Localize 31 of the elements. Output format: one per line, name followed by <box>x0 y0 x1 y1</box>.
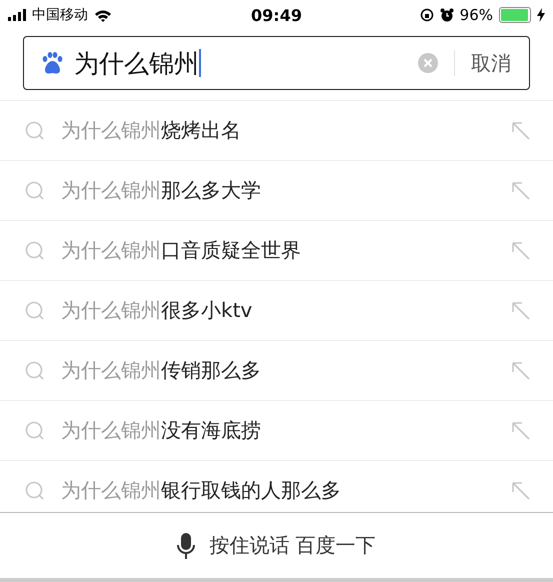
carrier-name: 中国移动 <box>32 6 88 24</box>
suggestion-text[interactable]: 为什么锦州口音质疑全世界 <box>61 237 511 264</box>
arrow-icon[interactable] <box>511 240 531 260</box>
arrow-icon[interactable] <box>511 360 531 380</box>
wifi-icon <box>94 8 112 22</box>
suggestion-text[interactable]: 为什么锦州传销那么多 <box>61 357 511 384</box>
search-icon <box>25 240 45 260</box>
microphone-icon <box>177 532 196 558</box>
arrow-icon[interactable] <box>511 480 531 500</box>
search-icon <box>25 360 45 380</box>
suggestion-text[interactable]: 为什么锦州没有海底捞 <box>61 417 511 444</box>
battery-icon <box>499 7 531 23</box>
suggestion-text[interactable]: 为什么锦州那么多大学 <box>61 177 511 204</box>
battery-percent: 96% <box>460 6 493 24</box>
voice-search-button[interactable]: 按住说话 百度一下 <box>171 531 382 560</box>
suggestion-text[interactable]: 为什么锦州很多小ktv <box>61 297 511 324</box>
suggestion-text[interactable]: 为什么锦州银行取钱的人那么多 <box>61 477 511 504</box>
search-icon <box>25 480 45 500</box>
clock-time: 09:49 <box>251 6 302 24</box>
search-icon <box>25 420 45 440</box>
suggestion-text[interactable]: 为什么锦州烧烤出名 <box>61 117 511 144</box>
search-icon <box>25 300 45 320</box>
signal-icon <box>8 9 26 21</box>
search-icon <box>25 120 45 140</box>
search-icon <box>25 180 45 200</box>
arrow-icon[interactable] <box>511 300 531 320</box>
arrow-icon[interactable] <box>511 120 531 140</box>
rotation-lock-icon <box>420 8 434 22</box>
arrow-icon[interactable] <box>511 420 531 440</box>
alarm-icon <box>440 8 454 22</box>
arrow-icon[interactable] <box>511 180 531 200</box>
